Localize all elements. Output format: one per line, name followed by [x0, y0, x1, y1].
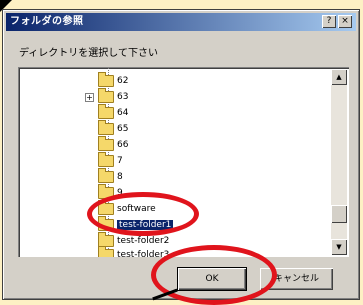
scroll-up-icon[interactable]: ▲: [331, 69, 347, 85]
tree-item-test-folder3[interactable]: test-folder3: [98, 245, 170, 257]
tree-item-label: 65: [117, 124, 129, 134]
highlight-ring-selected-folder: [87, 192, 199, 236]
tree-item-label: 8: [117, 172, 123, 182]
folder-icon: [98, 71, 114, 87]
tree-item-label: 62: [117, 76, 129, 86]
folder-icon: [98, 151, 114, 167]
folder-icon: [98, 87, 114, 103]
tree-item-label: test-folder3: [117, 250, 170, 257]
folder-icon: [98, 103, 114, 119]
folder-icon: [98, 135, 114, 151]
window-title: フォルダの参照: [10, 16, 84, 27]
expand-plus-icon[interactable]: +: [85, 93, 94, 102]
tree-item-label: 63: [117, 92, 129, 102]
folder-icon: [98, 167, 114, 183]
close-button[interactable]: ×: [338, 15, 352, 28]
scroll-down-icon[interactable]: ▼: [331, 239, 347, 255]
tree-item-label: test-folder2: [117, 236, 170, 246]
highlight-ring-ok-button: [151, 245, 277, 305]
scroll-thumb[interactable]: [331, 205, 347, 223]
vertical-scrollbar[interactable]: ▲ ▼: [331, 69, 347, 255]
help-button[interactable]: ?: [322, 15, 336, 28]
tree-item-label: 7: [117, 156, 123, 166]
folder-icon: [98, 119, 114, 135]
tree-item-label: 66: [117, 140, 129, 150]
folder-icon: [98, 245, 114, 257]
instruction-text: ディレクトリを選択して下さい: [19, 48, 158, 59]
tree-item-label: 64: [117, 108, 129, 118]
title-bar[interactable]: フォルダの参照 ? ×: [6, 13, 356, 31]
